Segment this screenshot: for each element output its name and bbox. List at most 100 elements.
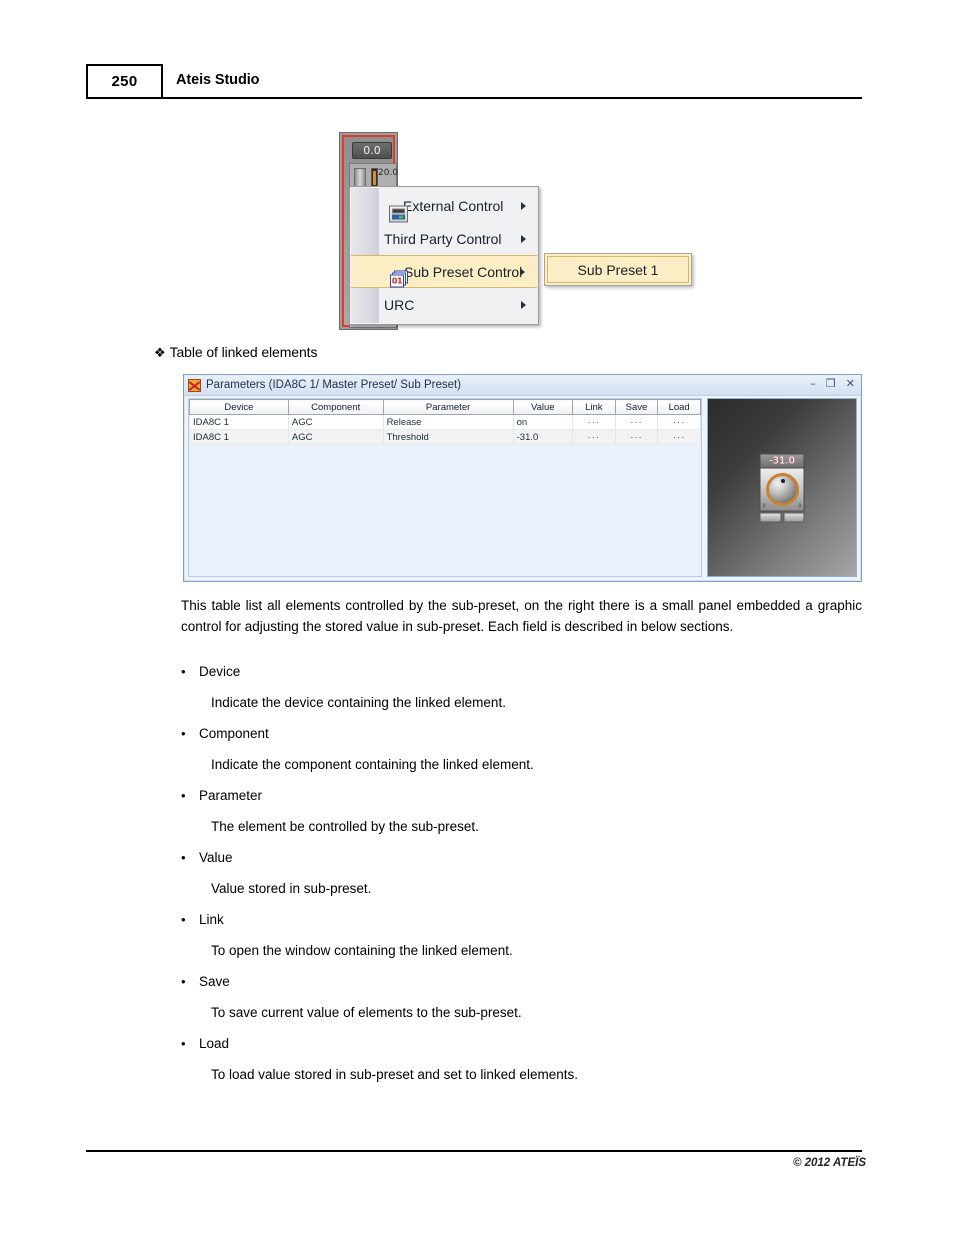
cell-save-button[interactable]: ··· [614,414,659,430]
knob-pointer-icon [780,478,785,483]
menu-item-label: URC [384,296,415,313]
column-header-load[interactable]: Load [657,399,701,415]
preset-pages-icon: 01 [390,270,409,287]
term-row: • Component [181,724,862,755]
parameters-window: Parameters (IDA8C 1/ Master Preset/ Sub … [183,374,862,582]
term-description: To load value stored in sub-preset and s… [211,1067,578,1082]
term-value: • Value Value stored in sub-preset. [181,848,862,910]
column-header-link[interactable]: Link [571,399,616,415]
page-title: Ateis Studio [176,72,260,88]
cell-value: on [512,414,573,430]
knob-control[interactable]: -31.0 0 0 [759,453,805,522]
term-component: • Component Indicate the component conta… [181,724,862,786]
footer-rule [86,1150,862,1152]
chevron-right-icon [520,267,525,276]
fader-readout: 0.0 [352,142,392,159]
bullet-icon: • [181,1036,186,1051]
term-link: • Link To open the window containing the… [181,910,862,972]
maximize-icon[interactable]: ❐ [826,378,836,389]
term-description: Indicate the device containing the linke… [211,695,506,710]
cell-component: AGC [287,414,384,430]
term-parameter: • Parameter The element be controlled by… [181,786,862,848]
diamond-bullet-icon: ❖ [154,346,166,361]
knob-decrement-button[interactable] [759,512,781,522]
chevron-right-icon [521,300,526,309]
term-device: • Device Indicate the device containing … [181,662,862,724]
term-description: Indicate the component containing the li… [211,757,534,772]
term-description: The element be controlled by the sub-pre… [211,819,479,834]
page-number: 250 [111,73,138,90]
table-row[interactable]: IDA8C 1 AGC Release on ··· ··· ··· [189,414,701,430]
cell-link-button[interactable]: ··· [571,429,616,445]
column-header-parameter[interactable]: Parameter [382,399,514,415]
bullet-icon: • [181,788,186,803]
menu-item-external-control[interactable]: External Control [350,189,538,222]
knob-button-row [759,512,805,522]
cell-load-button[interactable]: ··· [657,429,701,445]
menu-item-sub-preset-control[interactable]: 01 Sub Preset Control [351,255,537,288]
cell-save-button[interactable]: ··· [614,429,659,445]
close-icon[interactable]: ✕ [846,378,855,389]
context-menu: External Control Third Party Control 01 … [349,186,539,325]
footer-copyright: © 2012 ATEÏS [792,1157,866,1169]
chevron-right-icon [521,234,526,243]
term-save: • Save To save current value of elements… [181,972,862,1034]
context-menu-figure: 0.0 20.0 External Control Third Party Co… [339,132,692,334]
menu-item-label: External Control [403,197,504,214]
bullet-icon: • [181,664,186,679]
table-header-row: Device Component Parameter Value Link Sa… [189,399,701,415]
section-heading: ❖ Table of linked elements [154,344,317,361]
page-header: 250 Ateis Studio [86,64,862,100]
preset-icon-number: 01 [390,274,404,287]
term-description: To open the window containing the linked… [211,943,513,958]
window-title: Parameters (IDA8C 1/ Master Preset/ Sub … [206,379,462,391]
term-description: To save current value of elements to the… [211,1005,522,1020]
linked-elements-table: Device Component Parameter Value Link Sa… [189,399,701,445]
term-label: Save [199,974,230,989]
bullet-icon: • [181,726,186,741]
cell-parameter: Threshold [382,429,514,445]
term-row: • Device [181,662,862,693]
minimize-icon[interactable]: – [810,378,816,389]
app-icon [188,378,201,392]
cell-value: -31.0 [512,429,573,445]
term-description: Value stored in sub-preset. [211,881,372,896]
term-load: • Load To load value stored in sub-prese… [181,1034,862,1096]
bullet-icon: • [181,850,186,865]
column-header-save[interactable]: Save [614,399,659,415]
cell-parameter: Release [382,414,514,430]
knob-min-label: 0 [762,503,766,509]
cell-device: IDA8C 1 [189,429,289,445]
cell-component: AGC [287,429,384,445]
term-label: Value [199,850,233,865]
fader-scale-label: 20.0 [378,168,399,178]
menu-item-third-party-control[interactable]: Third Party Control [350,222,538,255]
window-titlebar: Parameters (IDA8C 1/ Master Preset/ Sub … [184,375,861,396]
window-controls: – ❐ ✕ [810,378,855,389]
sub-preset-submenu: Sub Preset 1 [544,253,692,286]
column-header-component[interactable]: Component [287,399,384,415]
cell-link-button[interactable]: ··· [571,414,616,430]
intro-paragraph: This table list all elements controlled … [181,598,862,634]
column-header-device[interactable]: Device [189,399,289,415]
column-header-value[interactable]: Value [512,399,573,415]
knob-value-readout: -31.0 [759,453,805,468]
knob-increment-button[interactable] [783,512,805,522]
menu-item-label: Sub Preset Control [404,263,523,280]
table-row[interactable]: IDA8C 1 AGC Threshold -31.0 ··· ··· ··· [189,429,701,445]
submenu-item-sub-preset-1[interactable]: Sub Preset 1 [547,256,689,283]
menu-item-urc[interactable]: URC [350,288,538,321]
term-label: Load [199,1036,230,1051]
page-number-box: 250 [86,64,163,99]
menu-item-label: Third Party Control [384,230,502,247]
cell-load-button[interactable]: ··· [657,414,701,430]
bullet-icon: • [181,912,186,927]
knob-dial[interactable] [765,472,799,506]
term-label: Device [199,664,241,679]
section-heading-text: Table of linked elements [169,344,318,360]
term-label: Parameter [199,788,263,803]
linked-elements-table-pane: Device Component Parameter Value Link Sa… [188,398,702,577]
knob-face[interactable]: 0 0 [759,468,805,511]
chevron-right-icon [521,201,526,210]
term-row: • Load [181,1034,862,1065]
